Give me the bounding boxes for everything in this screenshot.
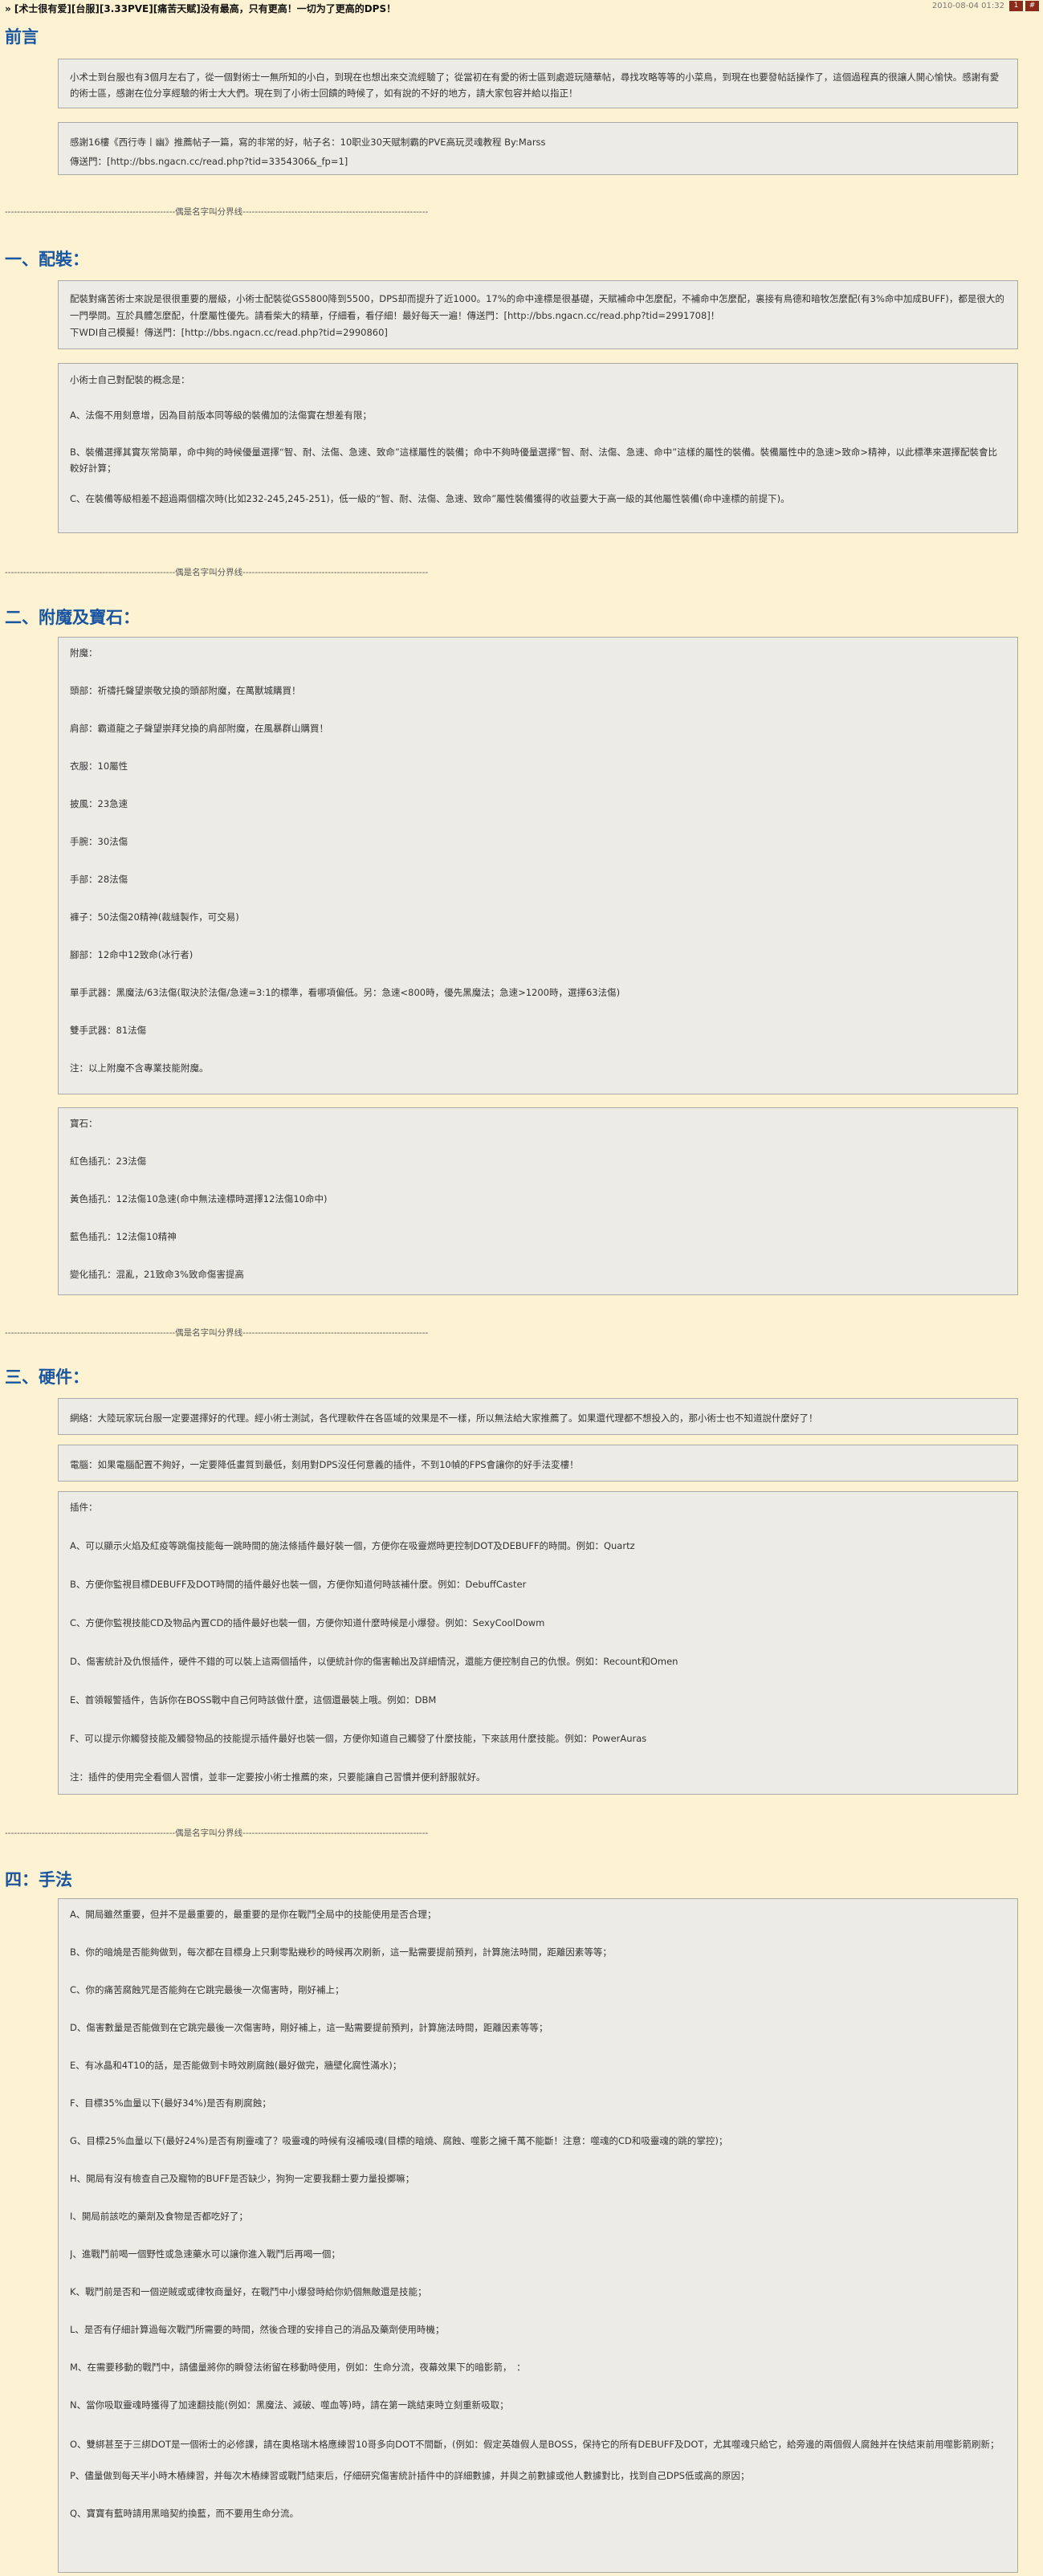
paragraph: A、開局雖然重要，但并不是最重要的，最重要的是你在戰鬥全局中的技能使用是否合理； (70, 1909, 437, 1920)
paragraph: 單手武器：黑魔法/63法傷(取決於法傷/急速=3:1的標準，看哪項偏低。另：急速… (70, 987, 621, 998)
section-title-preface: 前言 (5, 27, 39, 47)
paragraph: C、在裝備等級相差不超過兩個檔次時(比如232-245,245-251)，低一級… (70, 493, 790, 504)
preface-box-1: 小术士到台服也有3個月左右了，從一個對術士一無所知的小白，到現在也想出來交流經驗… (58, 59, 1018, 108)
paragraph: 傳送門：[http://bbs.ngacn.cc/read.php?tid=33… (70, 156, 348, 167)
paragraph: 插件： (70, 1502, 98, 1513)
post-date: 2010-08-04 01:32 (931, 2, 1004, 10)
post-header: » [术士很有爱][台服][3.33PVE][痛苦天赋]没有最高，只有更高！一切… (0, 0, 1043, 14)
post-title: » [术士很有爱][台服][3.33PVE][痛苦天赋]没有最高，只有更高！一切… (5, 3, 397, 14)
paragraph: 頭部：祈禱托聲望崇敬兌換的頭部附魔，在萬獸城購買！ (70, 685, 301, 696)
hardware-box-2: 電腦：如果電腦配置不夠好，一定要降低畫質到最低，刻用對DPS沒任何意義的插件，不… (58, 1445, 1018, 1482)
quote-button[interactable]: # (1025, 1, 1039, 11)
gear-box-1: 配裝對痛苦術士來說是很很重要的層級，小術士配裝從GS5800降到5500，DPS… (58, 280, 1018, 349)
paragraph: B、裝備選擇其實灰常簡單，命中夠的時候優量選擇“智、耐、法傷、急速、致命”這樣屬… (70, 446, 997, 474)
paragraph: F、目標35%血量以下(最好34%)是否有刷腐蝕； (70, 2097, 271, 2109)
paragraph: J、進戰鬥前喝一個野性或急速藥水可以讓你進入戰鬥后再喝一個； (70, 2248, 340, 2260)
paragraph: 附魔： (70, 647, 98, 658)
paragraph: 腳部：12命中12致命(冰行者) (70, 949, 194, 960)
paragraph: 褲子：50法傷20精神(裁縫製作，可交易) (70, 911, 239, 923)
paragraph: 雙手武器：81法傷 (70, 1025, 147, 1036)
paragraph: B、方便你監視目標DEBUFF及DOT時間的插件最好也裝一個，方便你知道何時該補… (70, 1579, 527, 1590)
paragraph: M、在需要移動的戰鬥中，請儘量將你的瞬發法術留在移動時使用，例如：生命分流，夜幕… (70, 2362, 526, 2373)
enchant-box-2: 寶石： 紅色插孔：23法傷 黃色插孔：12法傷10急速(命中無法達標時選擇12法… (58, 1107, 1018, 1295)
paragraph: 小術士自己對配裝的概念是： (70, 374, 190, 385)
section-title-hardware: 三、硬件： (5, 1367, 89, 1387)
paragraph: 手腕：30法傷 (70, 836, 128, 847)
paragraph: 變化插孔：混亂，21致命3%致命傷害提高 (70, 1269, 244, 1280)
paragraph: 紅色插孔：23法傷 (70, 1156, 147, 1167)
paragraph: 感謝16樓《西行寺丨幽》推薦帖子一篇，寫的非常的好，帖子名：10职业30天赋制霸… (70, 137, 546, 148)
paragraph: F、可以提示你觸發技能及觸發物品的技能提示插件最好也裝一個，方便你知道自己觸發了… (70, 1733, 647, 1744)
paragraph: 電腦：如果電腦配置不夠好，一定要降低畫質到最低，刻用對DPS沒任何意義的插件，不… (70, 1459, 579, 1470)
section-divider: ----------------------------------------… (5, 207, 429, 217)
paragraph: A、可以顯示火焰及紅疫等跳傷技能每一跳時間的施法條插件最好裝一個，方便你在吸靈燃… (70, 1540, 635, 1551)
hardware-box-3: 插件： A、可以顯示火焰及紅疫等跳傷技能每一跳時間的施法條插件最好裝一個，方便你… (58, 1491, 1018, 1795)
paragraph: 寶石： (70, 1118, 98, 1129)
paragraph: O、雙綁甚至于三綁DOT是一個術士的必修課，請在奧格瑞木格應練習10哥多向DOT… (70, 2439, 1000, 2450)
paragraph: D、傷害統計及仇恨插件，硬件不錯的可以裝上這兩個插件，以便統計你的傷害輸出及詳細… (70, 1656, 678, 1667)
section-title-enchant: 二、附魔及寶石： (5, 608, 140, 627)
paragraph: N、當你吸取靈魂時獲得了加速翻技能(例如：黑魔法、減破、噬血等)時，請在第一跳結… (70, 2399, 509, 2411)
preface-box-2: 感謝16樓《西行寺丨幽》推薦帖子一篇，寫的非常的好，帖子名：10职业30天赋制霸… (58, 122, 1018, 175)
paragraph: 手部：28法傷 (70, 874, 128, 885)
section-divider: ----------------------------------------… (5, 1328, 429, 1338)
section-divider: ----------------------------------------… (5, 568, 429, 577)
paragraph: L、是否有仔細計算過每次戰鬥所需要的時間，然後合理的安排自己的消品及藥劑使用時機… (70, 2324, 445, 2335)
section-title-technique: 四：手法 (5, 1870, 72, 1889)
paragraph: C、方便你監視技能CD及物品內置CD的插件最好也裝一個，方便你知道什麼時候是小爆… (70, 1617, 545, 1628)
paragraph: C、你的痛苦腐蝕咒是否能夠在它跳完最後一次傷害時，剛好補上； (70, 1984, 344, 1995)
paragraph: 披風：23急速 (70, 798, 128, 809)
paragraph: I、開局前該吃的藥劑及食物是否都吃好了； (70, 2211, 248, 2222)
paragraph: Q、寶寶有藍時請用黑暗契約換藍，而不要用生命分流。 (70, 2508, 299, 2519)
paragraph: 黃色插孔：12法傷10急速(命中無法達標時選擇12法傷10命中) (70, 1193, 328, 1204)
paragraph: 網絡：大陸玩家玩台服一定要選擇好的代理。經小術士測試，各代理軟件在各區域的效果是… (70, 1412, 818, 1424)
paragraph: 藍色插孔：12法傷10精神 (70, 1231, 177, 1242)
reply-button[interactable]: 1 (1009, 1, 1023, 11)
enchant-box-1: 附魔： 頭部：祈禱托聲望崇敬兌換的頭部附魔，在萬獸城購買！ 肩部：霸道龍之子聲望… (58, 637, 1018, 1094)
gear-box-2: 小術士自己對配裝的概念是： A、法傷不用刻意增，因為目前版本同等級的裝備加的法傷… (58, 363, 1018, 533)
technique-box-1: A、開局雖然重要，但并不是最重要的，最重要的是你在戰鬥全局中的技能使用是否合理；… (58, 1898, 1018, 2573)
paragraph: G、目標25%血量以下(最好24%)是否有刷靈魂了？吸靈魂的時候有沒補吸魂(目標… (70, 2135, 728, 2146)
paragraph: B、你的暗燒是否能夠做到，每次都在目標身上只剩零點幾秒的時候再次刷新，這一點需要… (70, 1946, 612, 1958)
paragraph: D、傷害數量是否能做到在它跳完最後一次傷害時，剛好補上，這一點需要提前預判，計算… (70, 2022, 548, 2033)
paragraph: E、首領報警插件，告訴你在BOSS戰中自己何時該做什麼，這個還最裝上哦。例如：D… (70, 1694, 437, 1706)
hardware-box-1: 網絡：大陸玩家玩台服一定要選擇好的代理。經小術士測試，各代理軟件在各區域的效果是… (58, 1398, 1018, 1435)
paragraph: 注：以上附魔不含專業技能附魔。 (70, 1062, 209, 1074)
paragraph: K、戰鬥前是否和一個逆賊或或律牧商量好，在戰鬥中小爆發時給你奶個無敵還是技能； (70, 2286, 427, 2297)
paragraph: A、法傷不用刻意增，因為目前版本同等級的裝備加的法傷實在想差有限； (70, 410, 372, 421)
section-title-gear: 一、配裝： (5, 250, 89, 269)
section-divider: ----------------------------------------… (5, 1828, 429, 1838)
paragraph: 衣服：10屬性 (70, 760, 128, 772)
paragraph: H、開局有沒有檢查自己及寵物的BUFF是否缺少，狗狗一定要我翻士要力量投擲嘛； (70, 2173, 415, 2184)
paragraph: 注：插件的使用完全看個人習慣，並非一定要按小術士推薦的來，只要能讓自己習慣并便利… (70, 1771, 486, 1783)
paragraph: 小术士到台服也有3個月左右了，從一個對術士一無所知的小白，到現在也想出來交流經驗… (70, 71, 1000, 99)
paragraph: 肩部：霸道龍之子聲望崇拜兌換的肩部附魔，在風暴群山購買！ (70, 723, 328, 734)
paragraph: 配裝對痛苦術士來說是很很重要的層級，小術士配裝從GS5800降到5500，DPS… (70, 293, 1004, 321)
paragraph: P、儘量做到每天半小時木樁練習，并每次木樁練習或戰鬥結束后，仔細研究傷害統計插件… (70, 2470, 750, 2481)
paragraph: 下WDI自己模擬！傳送門：[http://bbs.ngacn.cc/read.p… (70, 327, 388, 338)
paragraph: E、有冰晶和4T10的話，是否能做到卡時效刷腐蝕(最好做完，牆壁化腐性滿水)； (70, 2060, 402, 2071)
